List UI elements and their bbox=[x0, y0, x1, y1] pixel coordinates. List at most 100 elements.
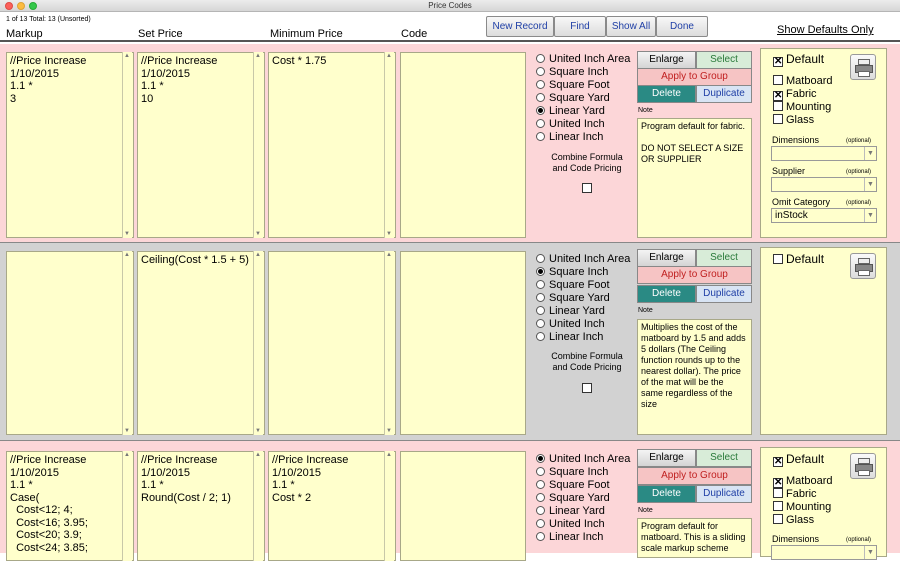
duplicate-button[interactable]: Duplicate bbox=[696, 85, 752, 103]
unit-radio-linear-inch[interactable]: Linear Inch bbox=[536, 131, 603, 143]
set-price-scrollbar[interactable]: ▲ ▼ bbox=[253, 251, 263, 435]
unit-radio-square-foot[interactable]: Square Foot bbox=[536, 79, 610, 91]
set-price-scrollbar[interactable]: ▲ ▼ bbox=[253, 52, 263, 238]
set-price-field[interactable]: Ceiling(Cost * 1.5 + 5) bbox=[137, 251, 265, 435]
radio-icon[interactable] bbox=[536, 332, 545, 341]
checkbox-icon[interactable] bbox=[773, 254, 783, 264]
delete-button[interactable]: Delete bbox=[637, 85, 696, 103]
radio-icon[interactable] bbox=[536, 119, 545, 128]
delete-button[interactable]: Delete bbox=[637, 485, 696, 503]
scroll-down-icon[interactable]: ▼ bbox=[386, 231, 392, 237]
unit-radio-linear-yard[interactable]: Linear Yard bbox=[536, 505, 605, 517]
radio-icon[interactable] bbox=[536, 280, 545, 289]
minimum-price-scrollbar[interactable]: ▲ bbox=[384, 451, 394, 561]
enlarge-button[interactable]: Enlarge bbox=[637, 51, 696, 69]
code-field[interactable] bbox=[400, 251, 526, 435]
new-record-button[interactable]: New Record bbox=[486, 16, 554, 37]
note-field[interactable]: Program default for matboard. This is a … bbox=[637, 518, 752, 558]
enlarge-button[interactable]: Enlarge bbox=[637, 449, 696, 467]
markup-scrollbar[interactable]: ▲ bbox=[122, 451, 132, 561]
scroll-down-icon[interactable]: ▼ bbox=[386, 428, 392, 434]
default-checkbox[interactable]: ✕ Default bbox=[773, 53, 824, 67]
unit-radio-square-foot[interactable]: Square Foot bbox=[536, 479, 610, 491]
code-field[interactable] bbox=[400, 451, 526, 561]
scroll-up-icon[interactable]: ▲ bbox=[124, 452, 130, 458]
radio-icon[interactable] bbox=[536, 254, 545, 263]
select-button[interactable]: Select bbox=[696, 449, 752, 467]
find-button[interactable]: Find bbox=[554, 16, 606, 37]
radio-icon[interactable] bbox=[536, 467, 545, 476]
scroll-down-icon[interactable]: ▼ bbox=[255, 231, 261, 237]
unit-radio-united-inch[interactable]: United Inch bbox=[536, 318, 605, 330]
mounting-checkbox[interactable]: Mounting bbox=[773, 501, 831, 513]
unit-radio-square-yard[interactable]: Square Yard bbox=[536, 492, 610, 504]
scroll-up-icon[interactable]: ▲ bbox=[386, 53, 392, 59]
glass-checkbox[interactable]: Glass bbox=[773, 114, 814, 126]
glass-checkbox[interactable]: Glass bbox=[773, 514, 814, 526]
unit-radio-square-inch[interactable]: Square Inch bbox=[536, 466, 608, 478]
scroll-down-icon[interactable]: ▼ bbox=[255, 428, 261, 434]
unit-radio-united-inch[interactable]: United Inch bbox=[536, 118, 605, 130]
show-defaults-only-link[interactable]: Show Defaults Only bbox=[777, 24, 874, 36]
radio-selected-icon[interactable] bbox=[536, 267, 545, 276]
markup-scrollbar[interactable]: ▲ ▼ bbox=[122, 251, 132, 435]
scroll-up-icon[interactable]: ▲ bbox=[255, 252, 261, 258]
checkbox-checked-icon[interactable]: ✕ bbox=[773, 91, 783, 101]
minimum-price-field[interactable]: Cost * 1.75 bbox=[268, 52, 396, 238]
checkbox-checked-icon[interactable]: ✕ bbox=[773, 57, 783, 67]
checkbox-icon[interactable] bbox=[773, 75, 783, 85]
mounting-checkbox[interactable]: Mounting bbox=[773, 101, 831, 113]
code-field[interactable] bbox=[400, 52, 526, 238]
matboard-checkbox[interactable]: ✕ Matboard bbox=[773, 475, 832, 488]
radio-selected-icon[interactable] bbox=[536, 106, 545, 115]
scroll-down-icon[interactable]: ▼ bbox=[124, 231, 130, 237]
unit-radio-united-inch[interactable]: United Inch bbox=[536, 518, 605, 530]
checkbox-checked-icon[interactable]: ✕ bbox=[773, 478, 783, 488]
apply-to-group-button[interactable]: Apply to Group bbox=[637, 68, 752, 86]
radio-icon[interactable] bbox=[536, 80, 545, 89]
omit-category-dropdown[interactable]: inStock ▼ bbox=[771, 208, 877, 223]
done-button[interactable]: Done bbox=[656, 16, 708, 37]
checkbox-icon[interactable] bbox=[773, 501, 783, 511]
duplicate-button[interactable]: Duplicate bbox=[696, 485, 752, 503]
fabric-checkbox[interactable]: Fabric bbox=[773, 488, 817, 500]
scroll-up-icon[interactable]: ▲ bbox=[255, 452, 261, 458]
scroll-up-icon[interactable]: ▲ bbox=[124, 252, 130, 258]
radio-icon[interactable] bbox=[536, 132, 545, 141]
unit-radio-linear-inch[interactable]: Linear Inch bbox=[536, 331, 603, 343]
select-button[interactable]: Select bbox=[696, 249, 752, 267]
set-price-field[interactable]: //Price Increase 1/10/2015 1.1 * Round(C… bbox=[137, 451, 265, 561]
checkbox-icon[interactable] bbox=[773, 488, 783, 498]
unit-radio-linear-yard[interactable]: Linear Yard bbox=[536, 105, 605, 117]
checkbox-icon[interactable] bbox=[773, 114, 783, 124]
radio-icon[interactable] bbox=[536, 67, 545, 76]
dimensions-dropdown[interactable]: ▼ bbox=[771, 146, 877, 161]
unit-radio-united-inch-area[interactable]: United Inch Area bbox=[536, 53, 630, 65]
select-button[interactable]: Select bbox=[696, 51, 752, 69]
radio-icon[interactable] bbox=[536, 54, 545, 63]
fabric-checkbox[interactable]: ✕ Fabric bbox=[773, 88, 817, 101]
radio-icon[interactable] bbox=[536, 293, 545, 302]
scroll-up-icon[interactable]: ▲ bbox=[255, 53, 261, 59]
minimum-price-field[interactable] bbox=[268, 251, 396, 435]
set-price-field[interactable]: //Price Increase 1/10/2015 1.1 * 10 bbox=[137, 52, 265, 238]
note-field[interactable]: Multiplies the cost of the matboard by 1… bbox=[637, 319, 752, 435]
unit-radio-square-foot[interactable]: Square Foot bbox=[536, 279, 610, 291]
checkbox-icon[interactable] bbox=[773, 514, 783, 524]
unit-radio-united-inch-area[interactable]: United Inch Area bbox=[536, 253, 630, 265]
printer-icon[interactable] bbox=[850, 453, 876, 479]
checkbox-checked-icon[interactable]: ✕ bbox=[773, 457, 783, 467]
checkbox-icon[interactable] bbox=[773, 101, 783, 111]
radio-icon[interactable] bbox=[536, 532, 545, 541]
unit-radio-square-inch[interactable]: Square Inch bbox=[536, 66, 608, 78]
combine-pricing-checkbox[interactable] bbox=[582, 183, 592, 193]
apply-to-group-button[interactable]: Apply to Group bbox=[637, 467, 752, 485]
radio-icon[interactable] bbox=[536, 506, 545, 515]
unit-radio-linear-inch[interactable]: Linear Inch bbox=[536, 531, 603, 543]
radio-icon[interactable] bbox=[536, 319, 545, 328]
scroll-up-icon[interactable]: ▲ bbox=[386, 252, 392, 258]
markup-field[interactable]: //Price Increase 1/10/2015 1.1 * 3 bbox=[6, 52, 134, 238]
matboard-checkbox[interactable]: Matboard bbox=[773, 75, 832, 87]
chevron-down-icon[interactable]: ▼ bbox=[864, 209, 876, 222]
markup-field[interactable] bbox=[6, 251, 134, 435]
